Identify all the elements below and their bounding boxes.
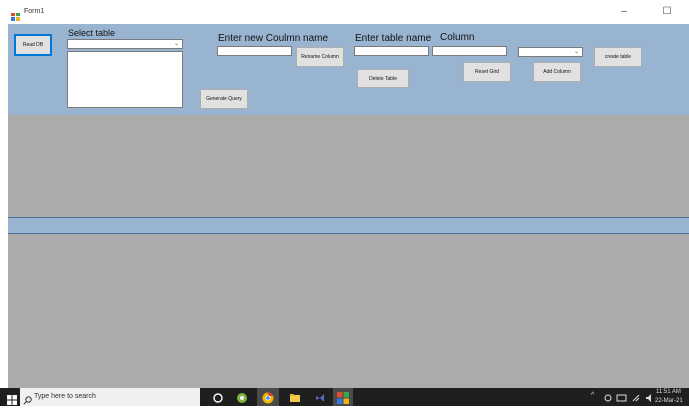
title-bar: Form1 – ☐	[0, 0, 689, 24]
create-table-button[interactable]: create table	[594, 47, 642, 67]
search-icon	[23, 392, 32, 405]
table-listbox[interactable]	[67, 51, 183, 108]
column-label: Column	[440, 32, 475, 43]
table-name-input[interactable]	[354, 46, 429, 56]
new-column-input[interactable]	[217, 46, 292, 56]
column-input[interactable]	[432, 46, 507, 56]
add-column-button[interactable]: Add Column	[533, 62, 581, 82]
app-icon-green[interactable]	[236, 391, 248, 403]
windows-start-icon[interactable]	[7, 392, 17, 405]
system-tray-icons[interactable]	[603, 391, 663, 403]
rename-column-button[interactable]: Rename Column	[296, 47, 344, 67]
new-column-label: Enter new Coulmn name	[218, 33, 329, 44]
chevron-down-icon: ⌄	[173, 41, 179, 47]
maximize-button[interactable]: ☐	[655, 4, 679, 20]
file-explorer-icon[interactable]	[289, 391, 301, 403]
cortana-icon[interactable]	[212, 391, 224, 403]
app-icon	[11, 8, 20, 21]
column-type-dropdown[interactable]: ⌄	[518, 47, 583, 57]
select-table-label: Select table	[68, 28, 116, 38]
table-name-label: Enter table name	[355, 33, 432, 44]
clock-time[interactable]: 11:51 AM	[656, 389, 681, 395]
generate-query-button[interactable]: Generate Query	[200, 89, 248, 109]
form-app-taskbar-icon[interactable]	[337, 391, 349, 404]
data-grid-bottom[interactable]	[8, 234, 689, 388]
minimize-button[interactable]: –	[612, 4, 636, 20]
search-placeholder: Type here to search	[34, 393, 96, 400]
data-grid-top[interactable]	[8, 115, 689, 217]
clock-date[interactable]: 22-Mar-21	[655, 398, 683, 404]
tray-chevron-up-icon[interactable]: ^	[591, 392, 594, 399]
read-db-button[interactable]: Read DB	[14, 34, 52, 56]
chrome-icon[interactable]	[262, 391, 274, 404]
window-left-edge	[0, 24, 8, 388]
chevron-down-icon: ⌄	[573, 49, 579, 55]
separator-strip	[8, 217, 689, 234]
window-title: Form1	[24, 8, 45, 15]
reset-grid-button[interactable]: Reset Grid	[463, 62, 511, 82]
visual-studio-icon[interactable]	[314, 391, 326, 403]
delete-table-button[interactable]: Delete Table	[357, 69, 409, 88]
select-table-dropdown[interactable]: ⌄	[67, 39, 183, 49]
